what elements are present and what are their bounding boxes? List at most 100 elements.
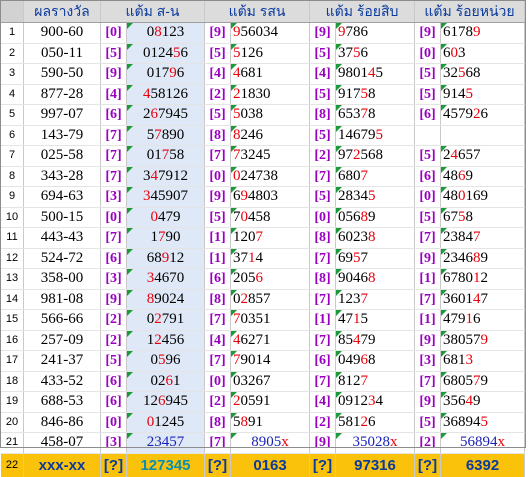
points-hundred-unit-digits: 23847 [440, 227, 525, 249]
green-marker-icon [336, 412, 342, 419]
draw-result: 524-72 [23, 248, 101, 269]
row-number: 22 [1, 453, 24, 477]
points-hundred-ten-digits: 60238 [335, 227, 415, 249]
green-marker-icon [127, 125, 133, 132]
green-marker-icon [231, 105, 237, 111]
digit-segment: 5 [173, 44, 181, 61]
points-hundred-ten-digits: 65378 [335, 104, 415, 126]
points-hundred-ten-bracket: [5] [309, 125, 336, 146]
digit-segment: 4579 [443, 106, 473, 123]
points-sn-digits: 68912 [126, 248, 205, 269]
digit-segment: 8 [368, 352, 376, 369]
points-rsn-bracket: [2] [204, 84, 231, 105]
digit-segment: 6780 [443, 270, 473, 287]
points-rsn-digits: 5891 [230, 412, 310, 433]
points-hundred-unit-digits: 47916 [440, 309, 525, 331]
green-marker-icon [441, 166, 447, 173]
points-hundred-unit-bracket: [5] [414, 207, 441, 228]
green-marker-icon [127, 351, 133, 357]
green-marker-icon [231, 43, 237, 50]
points-hundred-unit-digits: 368945 [440, 412, 525, 433]
green-marker-icon [441, 23, 447, 29]
points-rsn-bracket: [9] [204, 22, 231, 44]
digit-segment: 1 [473, 270, 481, 287]
points-hundred-ten-digits: 05689 [335, 207, 415, 228]
points-hundred-unit-bracket: [6] [414, 166, 441, 187]
table-row: 9 694-63 [3] 345907 [9] 694803 [5] 28345 [0] 4801… [1, 186, 525, 208]
row-number: 19 [1, 391, 24, 413]
header-result: ผลรางวัล [23, 1, 101, 23]
green-marker-icon [441, 351, 447, 357]
green-marker-icon [231, 64, 237, 70]
digit-segment: 017 [146, 65, 170, 82]
header-row: ผลรางวัล แต้ม ส-น แต้ม รสน แต้ม ร้อยสิบ … [1, 1, 525, 23]
points-hundred-unit-bracket: [7] [414, 371, 441, 392]
points-rsn-digits: 2056 [230, 268, 310, 290]
points-rsn-digits: 956034 [230, 22, 310, 44]
points-sn-bracket: [2] [100, 330, 127, 351]
points-sn-bracket: [0] [100, 412, 127, 433]
points-rsn-bracket: [0] [204, 166, 231, 187]
digit-segment: 01 [146, 147, 162, 164]
points-hundred-unit-digits: 32568 [440, 63, 525, 85]
digit-segment: 9 [480, 331, 489, 348]
green-marker-icon [441, 84, 447, 91]
green-marker-icon [127, 207, 133, 214]
points-hundred-unit-digits: 380579 [440, 330, 525, 351]
digit-segment: 5 [353, 249, 361, 266]
green-marker-icon [441, 412, 447, 419]
green-marker-icon [336, 351, 342, 357]
digit-segment: 3245 [240, 147, 271, 164]
digit-segment: 7 [360, 249, 369, 266]
draw-result: 877-28 [23, 84, 101, 105]
points-hundred-ten-digits: 8127 [335, 371, 415, 392]
points-hundred-ten-bracket: [7] [309, 330, 336, 351]
points-sn-digits: 347912 [126, 166, 205, 187]
points-hundred-ten-bracket: [4] [309, 391, 336, 413]
green-marker-icon [336, 105, 342, 111]
digit-segment: 126 [240, 44, 264, 61]
digit-segment: 2 [154, 331, 162, 348]
digit-segment: 3601 [443, 290, 473, 307]
digit-segment: 456 [161, 331, 185, 348]
digit-segment: 6271 [240, 331, 271, 348]
digit-segment: 8 [368, 85, 376, 102]
points-hundred-ten-bracket: [0] [309, 207, 336, 228]
points-hundred-unit-bracket: [3] [414, 350, 441, 372]
points-hundred-unit-bracket: [7] [414, 227, 441, 249]
digit-segment: 9801 [338, 65, 368, 82]
draw-result: 981-08 [23, 289, 101, 310]
digit-suffix: x [281, 434, 289, 451]
green-marker-icon [231, 371, 237, 378]
row-number: 8 [1, 166, 24, 187]
green-marker-icon [441, 207, 447, 214]
digit-segment: 6 [473, 311, 481, 328]
points-hundred-ten-digits: 6957 [335, 248, 415, 269]
points-sn-digits: 12456 [126, 330, 205, 351]
points-sn-digits: 012456 [126, 43, 205, 64]
points-hundred-ten-digits: 58126 [335, 412, 415, 433]
digit-segment: 3 [458, 44, 466, 61]
points-hundred-ten-bracket: [7] [309, 371, 336, 392]
digit-segment: 2 [154, 311, 162, 328]
row-number: 20 [1, 412, 24, 433]
points-rsn-digits: 46271 [230, 330, 310, 351]
points-hundred-ten-digits: 980145 [335, 63, 415, 85]
draw-result: 997-07 [23, 104, 101, 126]
points-hundred-unit-bracket: [9] [414, 248, 441, 269]
digit-segment: 0124 [143, 44, 173, 61]
points-rsn-digits: 0163 [230, 453, 310, 477]
points-hundred-ten-digits: 90468 [335, 268, 415, 290]
digit-segment: 568 [360, 147, 384, 164]
table-row: 8 343-28 [7] 347912 [0] 024738 [7] 6807 [6] 4869 [1, 166, 525, 187]
table-row: 15 566-66 [2] 02791 [7] 70351 [1] 4715 [1] 47916 [1, 309, 525, 331]
green-marker-icon [231, 228, 237, 234]
digit-segment: 38057 [443, 331, 481, 348]
digit-segment: 0351 [240, 311, 271, 328]
green-marker-icon [336, 84, 342, 91]
points-sn-digits: 57890 [126, 125, 205, 146]
digit-segment: 1 [173, 372, 181, 389]
green-marker-icon [336, 392, 342, 398]
header-points-rsn: แต้ม รสน [204, 1, 310, 23]
points-rsn-bracket: [?] [204, 453, 231, 477]
